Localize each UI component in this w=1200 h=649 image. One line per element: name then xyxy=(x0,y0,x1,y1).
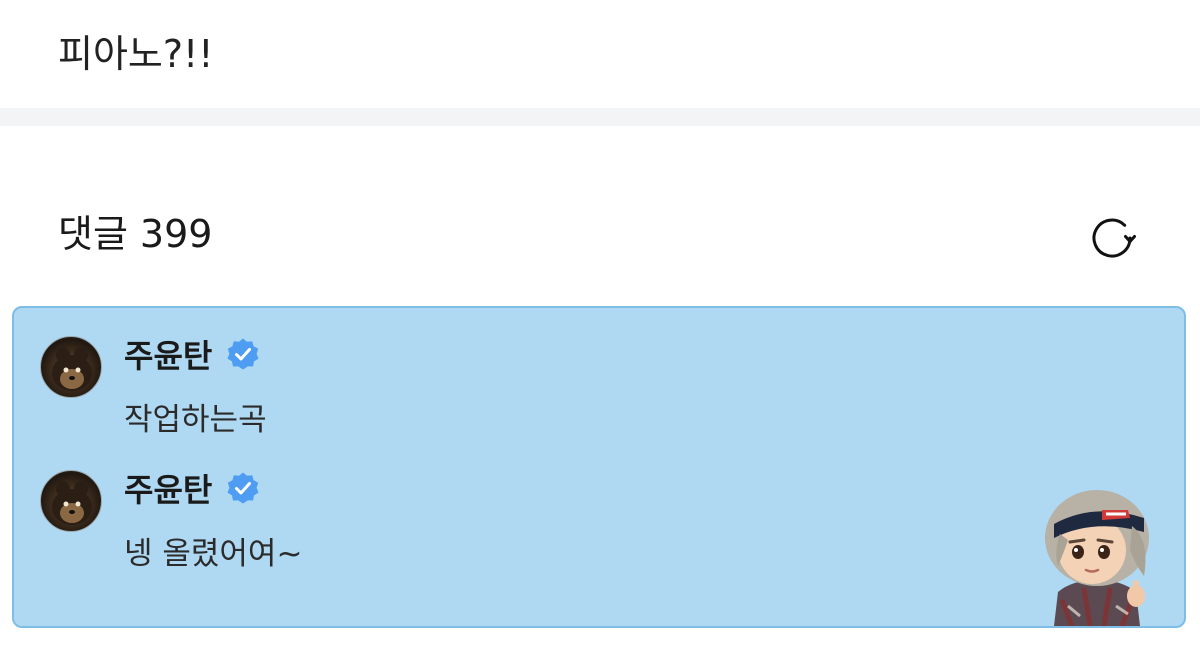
comments-panel: 주윤탄 작업하는곡 주윤탄 넹 올렸어여~ xyxy=(12,306,1186,628)
verified-badge-icon xyxy=(227,472,259,504)
verified-badge-icon xyxy=(227,338,259,370)
section-divider xyxy=(0,108,1200,126)
dog-avatar-image xyxy=(52,347,92,391)
comments-title: 댓글 399 xyxy=(58,206,212,262)
comment-item: 주윤탄 작업하는곡 xyxy=(40,332,940,452)
avatar[interactable] xyxy=(40,470,102,532)
author-row: 주윤탄 xyxy=(124,466,260,510)
author-name[interactable]: 주윤탄 xyxy=(124,331,212,377)
dog-avatar-image xyxy=(52,481,92,525)
author-row: 주윤탄 xyxy=(124,332,260,376)
comments-header: 댓글 399 xyxy=(58,206,1140,266)
comment-text: 작업하는곡 xyxy=(124,402,267,438)
comments-label: 댓글 xyxy=(58,212,128,256)
comment-item: 주윤탄 넹 올렸어여~ xyxy=(40,466,940,586)
character-sticker xyxy=(1045,490,1149,626)
comments-count: 399 xyxy=(139,212,213,256)
post-text: 피아노?!! xyxy=(58,32,214,76)
refresh-icon xyxy=(1092,218,1136,258)
author-name[interactable]: 주윤탄 xyxy=(124,465,212,511)
avatar[interactable] xyxy=(40,336,102,398)
comment-text: 넹 올렸어여~ xyxy=(124,536,303,572)
refresh-button[interactable] xyxy=(1084,210,1140,266)
